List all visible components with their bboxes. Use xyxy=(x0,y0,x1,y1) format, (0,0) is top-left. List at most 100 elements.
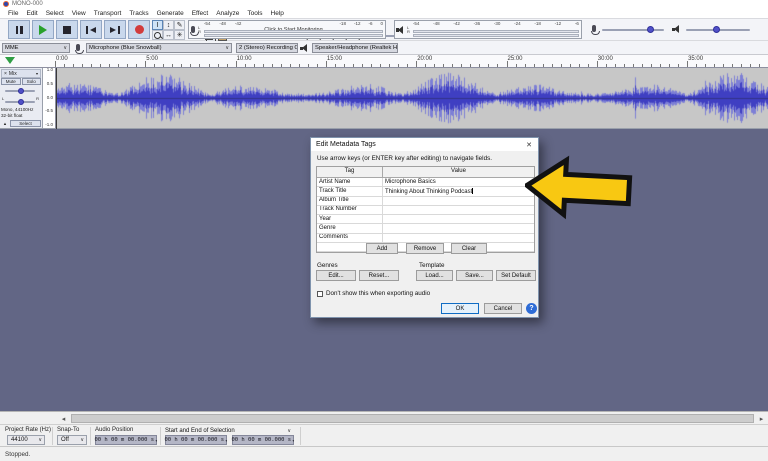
ok-button[interactable]: OK xyxy=(441,303,479,314)
menu-file[interactable]: File xyxy=(4,10,22,17)
playback-volume-thumb[interactable] xyxy=(713,26,720,33)
genres-edit-button[interactable]: Edit... xyxy=(316,270,356,281)
track-menu-icon[interactable]: ▾ xyxy=(34,71,40,76)
pan-slider[interactable] xyxy=(5,101,35,103)
close-icon[interactable]: ✕ xyxy=(520,141,538,149)
play-button[interactable] xyxy=(32,20,54,39)
skip-to-end-button[interactable] xyxy=(104,20,126,39)
audio-position-field[interactable]: 00 h 00 m 00.000 s▾ xyxy=(95,435,157,445)
menu-tools[interactable]: Tools xyxy=(243,10,266,17)
scrollbar-thumb[interactable] xyxy=(71,414,754,423)
input-channels-combo[interactable]: 2 (Stereo) Recording Cha∨ xyxy=(236,43,298,53)
metadata-row[interactable]: Track TitleThinking About Thinking Podca… xyxy=(317,187,534,196)
template-load-button[interactable]: Load... xyxy=(416,270,453,281)
metadata-value-cell[interactable] xyxy=(383,215,534,223)
pinned-play-head-icon[interactable] xyxy=(5,57,15,64)
menu-edit[interactable]: Edit xyxy=(22,10,41,17)
recording-meter[interactable]: LR-54-48-42-18-12-60Click to Start Monit… xyxy=(188,20,386,39)
audio-host-combo[interactable]: MME∨ xyxy=(2,43,70,53)
metadata-tag-cell[interactable]: Comments xyxy=(317,234,383,242)
checkbox-box[interactable] xyxy=(317,291,323,297)
help-button[interactable]: ? xyxy=(526,303,537,314)
menu-help[interactable]: Help xyxy=(267,10,288,17)
ruler-minortick xyxy=(534,64,535,67)
timeshift-tool[interactable]: ↔ xyxy=(163,30,174,40)
envelope-tool[interactable]: ↕ xyxy=(163,20,174,30)
waveform-canvas[interactable] xyxy=(56,68,768,128)
metadata-value-cell[interactable] xyxy=(383,197,534,205)
metadata-tag-cell[interactable]: Track Number xyxy=(317,206,383,214)
gain-thumb[interactable] xyxy=(18,88,24,94)
metadata-value-cell[interactable]: Microphone Basics xyxy=(383,178,534,186)
menu-analyze[interactable]: Analyze xyxy=(212,10,243,17)
add-button[interactable]: Add xyxy=(366,243,398,254)
pan-thumb[interactable] xyxy=(18,99,24,105)
mute-button[interactable]: Mute xyxy=(1,78,21,85)
menu-view[interactable]: View xyxy=(68,10,90,17)
cancel-button[interactable]: Cancel xyxy=(484,303,522,314)
dont-show-checkbox[interactable]: Don't show this when exporting audio xyxy=(317,290,430,297)
menu-transport[interactable]: Transport xyxy=(90,10,126,17)
ruler-minortick xyxy=(624,64,625,67)
remove-button[interactable]: Remove xyxy=(406,243,444,254)
metadata-row[interactable]: Genre xyxy=(317,224,534,233)
horizontal-scrollbar[interactable]: ◂ ▸ xyxy=(0,411,768,424)
playback-volume-slider[interactable] xyxy=(686,29,750,31)
clear-button[interactable]: Clear xyxy=(451,243,487,254)
metadata-value-cell[interactable] xyxy=(383,224,534,232)
menu-tracks[interactable]: Tracks xyxy=(125,10,152,17)
input-device-combo[interactable]: Microphone (Blue Snowball)∨ xyxy=(86,43,232,53)
metadata-tag-cell[interactable]: Track Title xyxy=(317,187,383,195)
output-device-combo[interactable]: Speaker/Headphone (Realtek High∨ xyxy=(312,43,398,53)
scroll-right-icon[interactable]: ▸ xyxy=(755,413,768,424)
genres-reset-button[interactable]: Reset... xyxy=(359,270,399,281)
dialog-title-bar[interactable]: Edit Metadata Tags ✕ xyxy=(311,138,538,151)
track-name[interactable]: Mix xyxy=(9,71,34,77)
metadata-tag-cell[interactable]: Year xyxy=(317,215,383,223)
metadata-row[interactable]: Year xyxy=(317,215,534,224)
select-button[interactable]: Select xyxy=(10,120,41,127)
zoom-tool[interactable] xyxy=(152,30,163,40)
track-close-icon[interactable]: × xyxy=(2,71,9,77)
record-button[interactable] xyxy=(128,20,150,39)
gain-slider[interactable] xyxy=(5,90,35,92)
meter-bar-right xyxy=(413,34,579,37)
track-mute-solo-row: MuteSolo xyxy=(1,78,41,85)
metadata-tag-cell[interactable]: Genre xyxy=(317,224,383,232)
track-waveform-area[interactable] xyxy=(56,68,768,129)
metadata-tag-cell[interactable]: Album Title xyxy=(317,197,383,205)
metadata-row[interactable]: Track Number xyxy=(317,206,534,215)
menu-select[interactable]: Select xyxy=(42,10,68,17)
metadata-tag-cell[interactable]: Artist Name xyxy=(317,178,383,186)
metadata-row[interactable]: Comments xyxy=(317,234,534,243)
metadata-row[interactable]: Artist NameMicrophone Basics xyxy=(317,178,534,187)
scroll-left-icon[interactable]: ◂ xyxy=(57,413,70,424)
selection-start-field[interactable]: 00 h 00 m 00.000 s▾ xyxy=(165,435,227,445)
multi-tool[interactable]: ✳ xyxy=(174,30,185,40)
timeline-ruler[interactable]: 0:005:0010:0015:0020:0025:0030:0035:00 xyxy=(0,55,768,68)
stop-button[interactable] xyxy=(56,20,78,39)
skip-to-start-button[interactable] xyxy=(80,20,102,39)
project-rate-combo[interactable]: 44100∨ xyxy=(7,435,45,445)
recording-volume-thumb[interactable] xyxy=(647,26,654,33)
recording-volume-slider[interactable] xyxy=(602,29,664,31)
selection-end-field[interactable]: 00 h 00 m 00.000 s▾ xyxy=(232,435,294,445)
metadata-value-cell[interactable]: Thinking About Thinking Podcast xyxy=(383,187,534,195)
menu-generate[interactable]: Generate xyxy=(153,10,188,17)
collapse-icon[interactable]: ▲ xyxy=(1,121,9,126)
menu-effect[interactable]: Effect xyxy=(188,10,213,17)
template-set-default-button[interactable]: Set Default xyxy=(496,270,536,281)
metadata-row[interactable]: Album Title xyxy=(317,197,534,206)
draw-tool[interactable]: ✎ xyxy=(174,20,185,30)
snap-to-combo[interactable]: Off∨ xyxy=(57,435,87,445)
solo-button[interactable]: Solo xyxy=(22,78,42,85)
playback-meter[interactable]: LR-54-48-42-36-30-24-18-12-6 xyxy=(394,20,582,39)
selection-format-combo[interactable]: Start and End of Selection∨ xyxy=(165,427,293,435)
selection-tool[interactable]: I xyxy=(152,20,163,30)
metadata-value-cell[interactable] xyxy=(383,234,534,242)
status-bar: Stopped. xyxy=(0,446,768,461)
metadata-value-cell[interactable] xyxy=(383,206,534,214)
pause-button[interactable] xyxy=(8,20,30,39)
template-save-button[interactable]: Save... xyxy=(456,270,493,281)
status-text: Stopped. xyxy=(5,451,30,458)
